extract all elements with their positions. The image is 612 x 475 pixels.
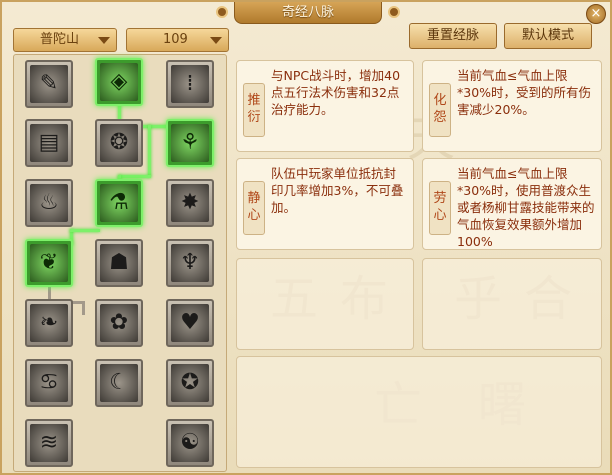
title-ornament-right: [388, 6, 400, 18]
node-n8[interactable]: ⚗: [95, 179, 143, 227]
node-n2[interactable]: ◈: [95, 58, 143, 106]
skill-card-empty: [422, 258, 602, 350]
skill-card-empty: [236, 258, 414, 350]
default-mode-button[interactable]: 默认模式: [504, 23, 592, 49]
skill-card-tag: 劳心: [429, 181, 451, 235]
node-n17[interactable]: ☾: [95, 359, 143, 407]
bagua-icon: ☯: [171, 424, 209, 462]
node-n4[interactable]: ▤: [25, 119, 73, 167]
skill-card-desc: 队伍中玩家单位抵抗封印几率增加3%，不可叠加。: [271, 166, 404, 215]
skill-card-desc: 与NPC战斗时，增加40点五行法术伤害和32点治疗能力。: [271, 68, 401, 117]
willow-icon: ⚘: [171, 124, 209, 162]
tree-link-inactive: [82, 301, 85, 315]
tree-link: [118, 175, 151, 178]
bodhi-tree-icon: ❦: [30, 244, 68, 282]
title-ornament-left: [216, 6, 228, 18]
rain-icon: ⁞: [171, 65, 209, 103]
node-n7[interactable]: ♨: [25, 179, 73, 227]
dancer-icon: ♋: [30, 364, 68, 402]
tree-link: [148, 125, 151, 177]
skill-card-empty-wide: [236, 356, 602, 468]
skill-card-tuiyan[interactable]: 推衍 与NPC战斗时，增加40点五行法术伤害和32点治疗能力。: [236, 60, 414, 152]
close-button[interactable]: ×: [586, 4, 606, 24]
skill-card-tag: 化怨: [429, 83, 451, 137]
moon-icon: ☾: [100, 364, 138, 402]
node-n5[interactable]: ❂: [95, 119, 143, 167]
meridian-window: 天 五 布 乎 合 亡 曙 奇经八脉 × 普陀山 109 重置经脉 默认模式 ✎…: [0, 0, 612, 475]
skill-card-laoxin[interactable]: 劳心 当前气血≤气血上限*30%时，使用普渡众生或者杨柳甘露技能带来的气血恢复效…: [422, 158, 602, 250]
pagoda-icon: ☗: [100, 244, 138, 282]
node-n6[interactable]: ⚘: [166, 119, 214, 167]
skill-card-desc: 当前气血≤气血上限*30%时，使用普渡众生或者杨柳甘露技能带来的气血恢复效果额外…: [457, 166, 595, 249]
node-n9[interactable]: ✸: [166, 179, 214, 227]
cloud-flower-icon: ✿: [100, 304, 138, 342]
faction-dropdown[interactable]: 普陀山: [13, 28, 117, 52]
node-n15[interactable]: ♥: [166, 299, 214, 347]
skill-card-tag: 推衍: [243, 83, 265, 137]
burst-icon: ✸: [171, 184, 209, 222]
skill-card-tag: 静心: [243, 181, 265, 235]
node-n16[interactable]: ♋: [25, 359, 73, 407]
node-n12[interactable]: ♆: [166, 239, 214, 287]
node-n3[interactable]: ⁞: [166, 60, 214, 108]
node-n14[interactable]: ✿: [95, 299, 143, 347]
skill-card-desc: 当前气血≤气血上限*30%时，受到的所有伤害减少20%。: [457, 68, 592, 117]
level-dropdown-value: 109: [163, 32, 188, 47]
heart-icon: ♥: [171, 304, 209, 342]
chevron-down-icon: [210, 37, 222, 44]
dharma-wheel-icon: ❂: [100, 124, 138, 162]
node-n20[interactable]: ☯: [166, 419, 214, 467]
feather-icon: ✎: [30, 65, 68, 103]
pentagram-icon: ✪: [171, 364, 209, 402]
faction-dropdown-value: 普陀山: [40, 32, 80, 47]
chevron-down-icon: [98, 37, 110, 44]
incense-icon: ⚗: [100, 184, 138, 222]
node-n18[interactable]: ✪: [166, 359, 214, 407]
skill-card-huayuan[interactable]: 化怨 当前气血≤气血上限*30%时，受到的所有伤害减少20%。: [422, 60, 602, 152]
node-n10[interactable]: ❦: [25, 239, 73, 287]
skill-card-jingxin[interactable]: 静心 队伍中玩家单位抵抗封印几率增加3%，不可叠加。: [236, 158, 414, 250]
scroll-icon: ▤: [30, 124, 68, 162]
lotus-flame-icon: ♨: [30, 184, 68, 222]
node-n19[interactable]: ≋: [25, 419, 73, 467]
chalice-icon: ♆: [171, 244, 209, 282]
level-dropdown[interactable]: 109: [126, 28, 229, 52]
node-n13[interactable]: ❧: [25, 299, 73, 347]
node-n11[interactable]: ☗: [95, 239, 143, 287]
leaf-drop-icon: ❧: [30, 304, 68, 342]
jade-charm-icon: ◈: [100, 63, 138, 101]
wave-icon: ≋: [30, 424, 68, 462]
window-title: 奇经八脉: [234, 2, 382, 24]
reset-meridian-button[interactable]: 重置经脉: [409, 23, 497, 49]
tree-link: [70, 229, 100, 232]
node-n1[interactable]: ✎: [25, 60, 73, 108]
